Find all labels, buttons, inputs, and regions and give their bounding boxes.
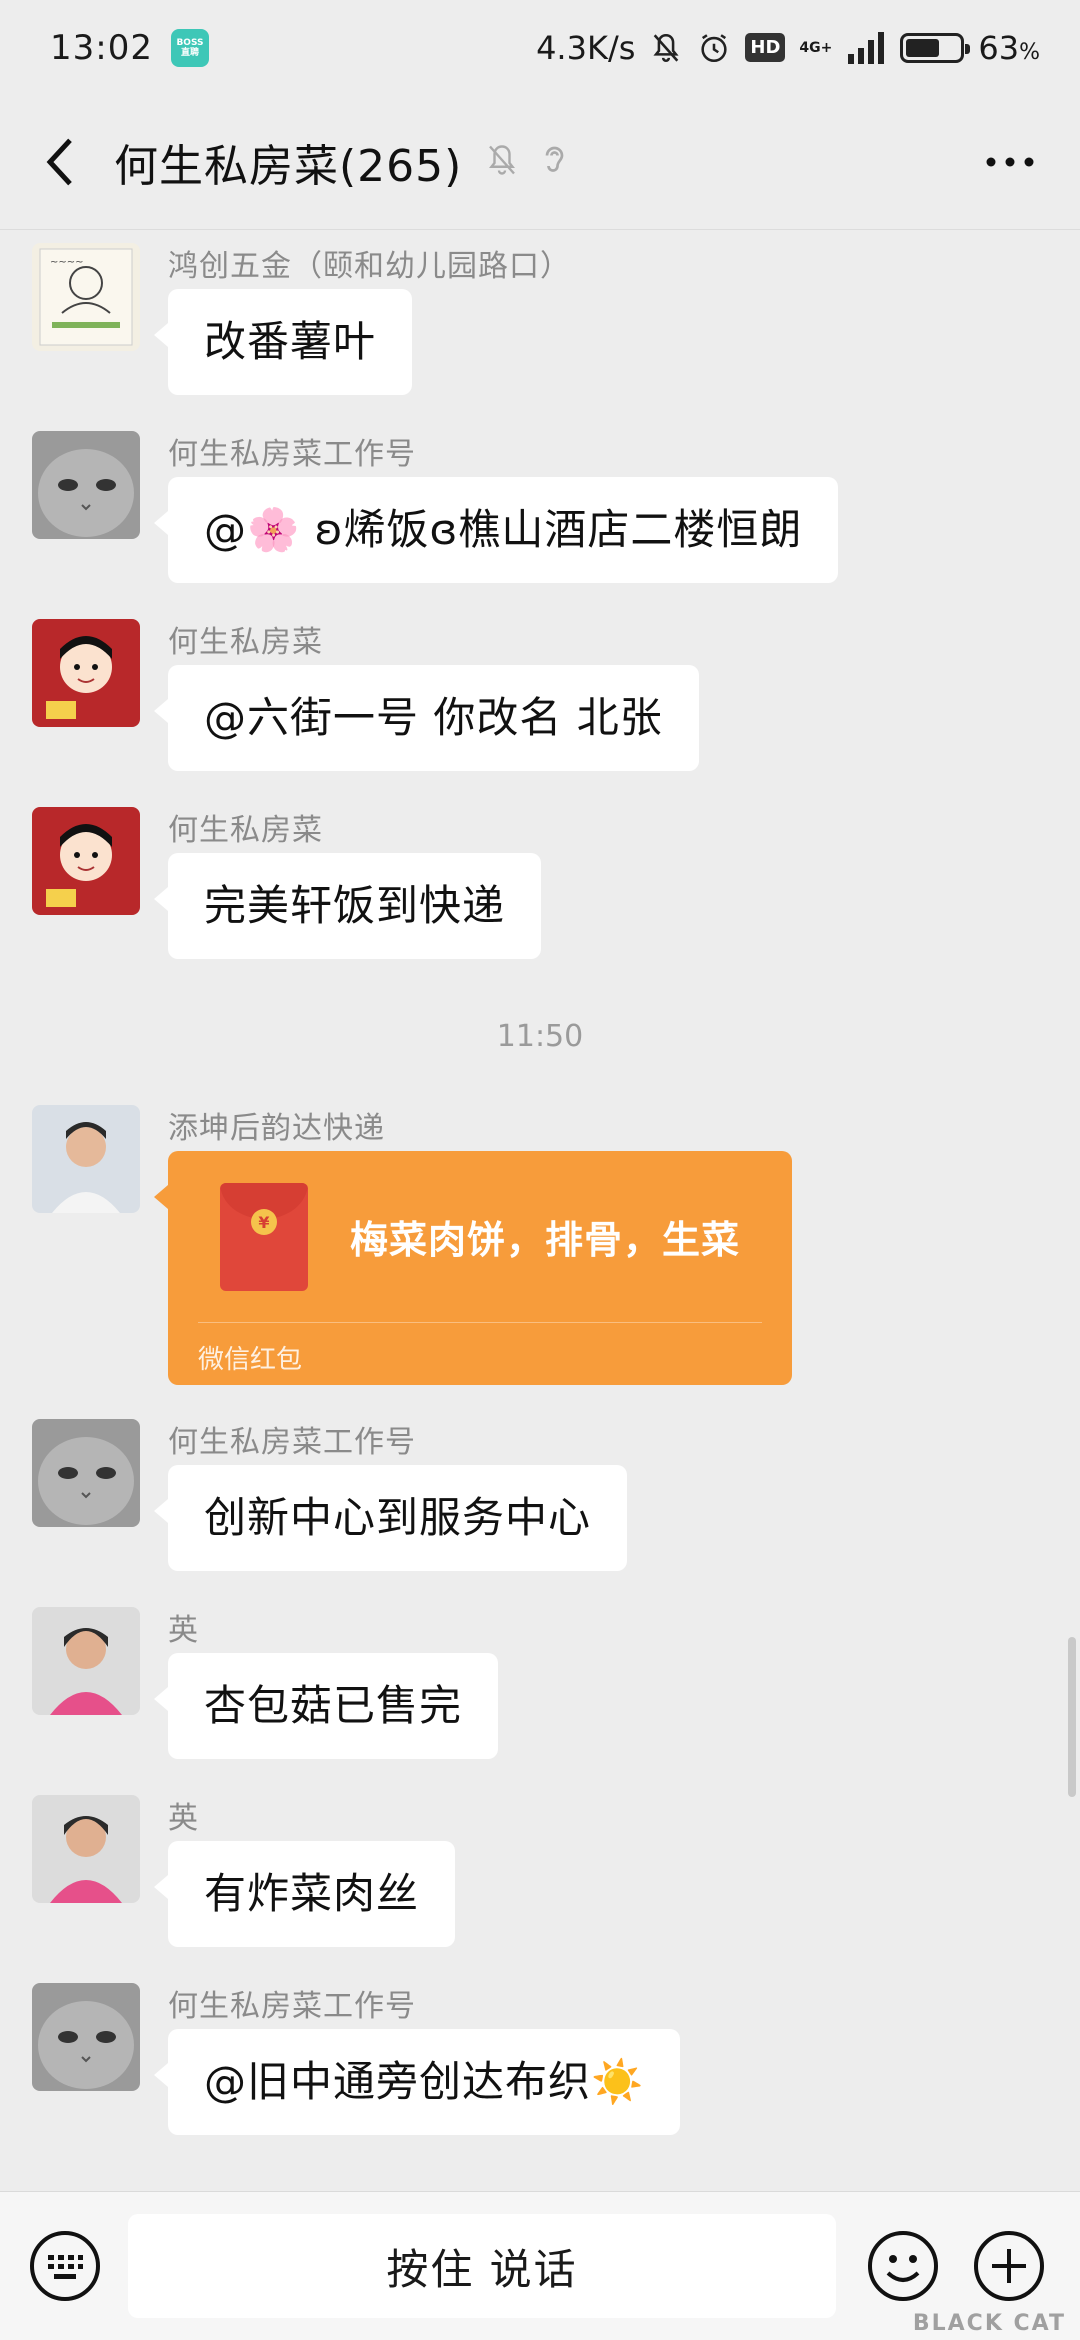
cat-avatar[interactable] <box>32 1419 140 1527</box>
ear-icon <box>538 142 568 182</box>
hd-badge: HD <box>745 33 786 62</box>
chat-title: 何生私房菜(265) <box>114 141 463 192</box>
chat-header: 何生私房菜(265) <box>0 95 1080 230</box>
title-icons <box>484 142 568 182</box>
message-bubble[interactable]: 完美轩饭到快递 <box>153 853 542 959</box>
message-body: 何生私房菜工作号 @🌸 ʚ烯饭ɞ樵山酒店二楼恒朗 <box>153 431 839 583</box>
sender-name: 英 <box>168 1801 199 1836</box>
woman-avatar[interactable] <box>32 1607 140 1715</box>
message-bubble[interactable]: 有炸菜肉丝 <box>153 1841 456 1947</box>
emoji-icon <box>868 2231 938 2301</box>
message-item: 英 有炸菜肉丝 <box>32 1795 456 1947</box>
message-bubble[interactable]: @旧中通旁创达布织☀️ <box>153 2029 681 2135</box>
boss-app-icon: BOSS 直聘 <box>170 28 209 67</box>
message-bubble[interactable]: 改番薯叶 <box>153 289 413 395</box>
message-item: 何生私房菜工作号 @🌸 ʚ烯饭ɞ樵山酒店二楼恒朗 <box>32 431 839 583</box>
cat-avatar[interactable] <box>32 1983 140 2091</box>
red-packet-card[interactable]: ¥ 梅菜肉饼，排骨，生菜 微信红包 <box>154 1151 792 1385</box>
sender-name: 何生私房菜 <box>168 625 323 660</box>
svg-text:~~~~: ~~~~ <box>50 257 84 268</box>
hold-to-talk-button[interactable]: 按住 说话 <box>128 2214 836 2318</box>
red-packet-divider <box>198 1322 762 1323</box>
back-button[interactable] <box>30 122 90 202</box>
sender-name: 添坤后韵达快递 <box>168 1111 385 1146</box>
keyboard-toggle-button[interactable] <box>26 2227 104 2305</box>
woman-avatar[interactable] <box>32 1795 140 1903</box>
watermark: BLACK CAT <box>913 2311 1066 2336</box>
message-body: 鸿创五金（颐和幼儿园路口） 改番薯叶 <box>153 243 571 395</box>
battery-percent: 63% <box>978 28 1040 67</box>
sender-name: 英 <box>168 1613 199 1648</box>
status-time: 13:02 <box>50 27 153 68</box>
scrollbar[interactable] <box>1068 1637 1076 1797</box>
sender-name: 何生私房菜 <box>168 813 323 848</box>
message-timestamp: 11:50 <box>496 1019 584 1054</box>
red-packet-message: 梅菜肉饼，排骨，生菜 <box>350 1218 741 1262</box>
message-body: 英 杏包菇已售完 <box>153 1607 499 1759</box>
message-item: 添坤后韵达快递 ¥ 梅菜肉饼，排骨，生菜 微信红包 <box>32 1105 792 1385</box>
message-body: 英 有炸菜肉丝 <box>153 1795 456 1947</box>
alarm-icon <box>697 31 731 65</box>
more-dots-icon <box>986 157 1034 167</box>
battery-icon <box>900 32 971 63</box>
message-bubble[interactable]: 杏包菇已售完 <box>153 1653 499 1759</box>
message-body: 何生私房菜 完美轩饭到快递 <box>153 807 542 959</box>
message-item: ~~~~ 鸿创五金（颐和幼儿园路口） 改番薯叶 <box>32 243 571 395</box>
network-type: 4G+ <box>799 39 833 56</box>
red-packet-label: 微信红包 <box>198 1345 303 1375</box>
status-bar: 13:02 BOSS 直聘 4.3K/s HD 4G+ 63% <box>0 0 1080 95</box>
cartoon-avatar[interactable] <box>32 807 140 915</box>
mute-bell-icon <box>649 31 683 65</box>
watermark-text: BLACK CAT <box>912 2311 1066 2336</box>
message-bubble[interactable]: 创新中心到服务中心 <box>153 1465 628 1571</box>
more-options-button[interactable] <box>970 122 1050 202</box>
cat-avatar[interactable] <box>32 431 140 539</box>
message-body: 何生私房菜工作号 @旧中通旁创达布织☀️ <box>153 1983 681 2135</box>
sender-name: 鸿创五金（颐和幼儿园路口） <box>168 249 571 284</box>
message-list[interactable]: ~~~~ 鸿创五金（颐和幼儿园路口） 改番薯叶 何生私房菜工作号 @🌸 ʚ烯饭ɞ… <box>0 231 1080 2191</box>
sender-name: 何生私房菜工作号 <box>168 1425 416 1460</box>
message-item: 何生私房菜 @六街一号 你改名 北张 <box>32 619 699 771</box>
net-speed: 4.3K/s <box>536 28 636 67</box>
sender-name: 何生私房菜工作号 <box>168 437 416 472</box>
mute-icon <box>484 142 520 182</box>
cartoon-avatar[interactable] <box>32 619 140 727</box>
message-body: 何生私房菜 @六街一号 你改名 北张 <box>154 619 699 771</box>
message-item: 英 杏包菇已售完 <box>32 1607 499 1759</box>
red-packet-icon: ¥ <box>220 1183 308 1291</box>
message-item: 何生私房菜工作号 @旧中通旁创达布织☀️ <box>32 1983 681 2135</box>
more-actions-button[interactable] <box>970 2227 1048 2305</box>
message-bubble[interactable]: @🌸 ʚ烯饭ɞ樵山酒店二楼恒朗 <box>153 477 839 583</box>
battery-fill <box>906 38 940 57</box>
sender-name: 何生私房菜工作号 <box>168 1989 416 2024</box>
man-avatar[interactable] <box>32 1105 140 1213</box>
keyboard-icon <box>30 2231 100 2301</box>
message-bubble[interactable]: @六街一号 你改名 北张 <box>154 665 699 771</box>
message-item: 何生私房菜 完美轩饭到快递 <box>32 807 542 959</box>
status-right: 4.3K/s HD 4G+ 63% <box>536 29 1040 67</box>
signal-icon <box>846 31 886 64</box>
message-body: 添坤后韵达快递 ¥ 梅菜肉饼，排骨，生菜 微信红包 <box>154 1105 792 1385</box>
message-item: 何生私房菜工作号 创新中心到服务中心 <box>32 1419 628 1571</box>
drawing-avatar[interactable]: ~~~~ <box>32 243 140 351</box>
back-arrow-icon <box>46 138 72 186</box>
message-body: 何生私房菜工作号 创新中心到服务中心 <box>153 1419 628 1571</box>
emoji-button[interactable] <box>864 2227 942 2305</box>
plus-icon <box>974 2231 1044 2301</box>
